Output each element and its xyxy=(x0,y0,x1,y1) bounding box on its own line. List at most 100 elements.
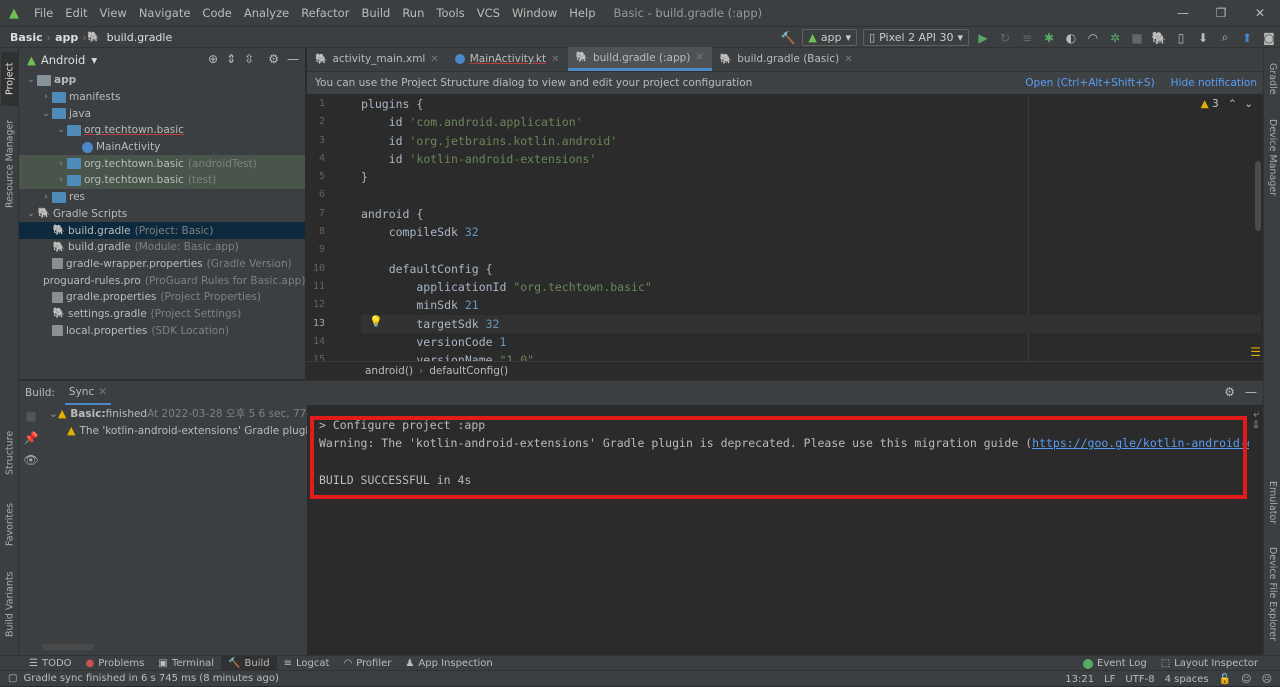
apply-changes-icon[interactable]: ≡ xyxy=(1016,31,1038,45)
tree-item[interactable]: proguard-rules.pro (ProGuard Rules for Ba… xyxy=(19,272,305,289)
chevron-down-icon[interactable]: ▾ xyxy=(91,53,97,67)
hide-panel-icon[interactable]: — xyxy=(287,52,299,66)
run-config-select[interactable]: ▲ app ▾ xyxy=(802,29,858,46)
tree-item[interactable]: 🐘 build.gradle (Project: Basic) xyxy=(19,222,305,239)
lock-icon[interactable]: 🔓 xyxy=(1219,674,1231,685)
tree-item[interactable]: › org.techtown.basic (test) xyxy=(19,172,305,189)
crumb-file[interactable]: build.gradle xyxy=(103,31,177,44)
menu-vcs[interactable]: VCS xyxy=(471,6,506,20)
line-separator[interactable]: LF xyxy=(1104,674,1115,685)
breadcrumb-android[interactable]: android() xyxy=(365,365,413,377)
code-line[interactable]: } xyxy=(361,168,1261,186)
eye-icon[interactable]: 👁 xyxy=(19,453,43,475)
tool-app-inspection[interactable]: ♟ App Inspection xyxy=(398,656,499,671)
scroll-to-end-icon[interactable]: ⇩ xyxy=(1249,420,1263,431)
tool-logcat[interactable]: ≡ Logcat xyxy=(277,656,337,671)
search-icon[interactable]: ⌕ xyxy=(1214,30,1236,45)
chevron-down-icon[interactable]: ⌄ xyxy=(40,109,52,119)
tree-item[interactable]: › res xyxy=(19,189,305,206)
coverage-icon[interactable]: ◐ xyxy=(1060,31,1082,45)
stop-icon[interactable]: ■ xyxy=(19,409,43,431)
code-line[interactable]: versionCode 1 xyxy=(361,333,1261,351)
code-line[interactable]: applicationId "org.techtown.basic" xyxy=(361,278,1261,296)
code-line[interactable]: id 'com.android.application' xyxy=(361,113,1261,131)
hammer-icon[interactable]: 🔨 xyxy=(777,31,799,45)
minimize-button[interactable]: — xyxy=(1166,0,1200,26)
breadcrumb-defaultconfig[interactable]: defaultConfig() xyxy=(429,365,508,377)
code-area[interactable]: 1 2 3 4 5 6 7 8 9 10 11 12 13 14 15 plugins { id 'com.… xyxy=(307,95,1263,361)
tab-project[interactable]: Project xyxy=(1,52,19,106)
hector-icon[interactable]: ☺ xyxy=(1241,674,1251,685)
tab-activity-main-xml[interactable]: 🐘 activity_main.xml ✕ xyxy=(307,47,447,71)
file-encoding[interactable]: UTF-8 xyxy=(1125,674,1154,685)
code-line[interactable]: compileSdk 32 xyxy=(361,223,1261,241)
attach-debugger-icon[interactable]: ✲ xyxy=(1104,31,1126,45)
close-icon[interactable]: ✕ xyxy=(844,54,852,65)
chevron-down-icon[interactable]: ⌄ xyxy=(55,125,67,135)
tab-build-gradle-app[interactable]: 🐘 build.gradle (:app) ✕ xyxy=(567,47,712,71)
tree-item[interactable]: › org.techtown.basic (androidTest) xyxy=(19,155,305,173)
code-line[interactable]: versionName "1.0" xyxy=(361,351,1261,361)
gear-icon[interactable]: ⚙ xyxy=(268,52,279,66)
rerun-icon[interactable]: ↻ xyxy=(994,31,1016,45)
run-icon[interactable]: ▶ xyxy=(972,31,994,45)
sync-gradle-icon[interactable]: 🐘 xyxy=(1148,31,1170,45)
gear-icon[interactable]: ⚙ xyxy=(1224,385,1235,399)
chevron-down-icon[interactable]: ⌄ xyxy=(25,209,37,219)
tool-build[interactable]: 🔨 Build xyxy=(221,655,277,671)
chevron-right-icon[interactable]: › xyxy=(55,175,67,185)
tool-profiler[interactable]: ◠ Profiler xyxy=(336,656,398,671)
status-message[interactable]: Gradle sync finished in 6 s 745 ms (8 mi… xyxy=(23,673,278,684)
layout-inspector-button[interactable]: ⬚ Layout Inspector xyxy=(1161,658,1258,669)
tool-todo[interactable]: ☰ TODO xyxy=(22,656,79,671)
stop-icon[interactable]: ■ xyxy=(1126,31,1148,45)
close-icon[interactable]: ✕ xyxy=(695,52,703,63)
tab-favorites[interactable]: Favorites xyxy=(1,494,19,556)
code-line[interactable]: id 'org.jetbrains.kotlin.android' xyxy=(361,132,1261,150)
chevron-down-icon[interactable]: ⌄ xyxy=(49,408,58,420)
tab-sync[interactable]: Sync ✕ xyxy=(64,381,112,405)
code-line[interactable] xyxy=(361,241,1261,259)
code-lines[interactable]: plugins { id 'com.android.application' i… xyxy=(361,95,1261,361)
tab-emulator[interactable]: Emulator xyxy=(1264,474,1280,532)
account-icon[interactable]: ◙ xyxy=(1258,31,1280,45)
inspection-widget[interactable]: ▲ 3 ⌃ ⌄ xyxy=(1201,98,1253,110)
device-select[interactable]: ▯ Pixel 2 API 30 ▾ xyxy=(863,29,969,46)
chevron-up-icon[interactable]: ⌃ xyxy=(1228,98,1237,110)
collapse-all-icon[interactable]: ⇳ xyxy=(244,52,254,66)
menu-navigate[interactable]: Navigate xyxy=(133,6,197,20)
expand-all-icon[interactable]: ⇕ xyxy=(226,52,236,66)
tree-item[interactable]: local.properties (SDK Location) xyxy=(19,322,305,339)
pin-icon[interactable]: 📌 xyxy=(19,431,43,453)
code-line[interactable] xyxy=(361,186,1261,204)
menu-tools[interactable]: Tools xyxy=(430,6,470,20)
status-toggle-icon[interactable]: ▢ xyxy=(8,673,17,684)
menu-build[interactable]: Build xyxy=(355,6,396,20)
tab-device-manager[interactable]: Device Manager xyxy=(1264,114,1280,202)
menu-file[interactable]: File xyxy=(28,6,59,20)
soft-wrap-icon[interactable]: ⤶ xyxy=(1249,409,1263,420)
tab-mainactivity-kt[interactable]: MainActivity.kt ✕ xyxy=(447,47,568,71)
tree-item[interactable]: gradle-wrapper.properties (Gradle Version… xyxy=(19,256,305,273)
tree-item[interactable]: MainActivity xyxy=(19,139,305,156)
menu-analyze[interactable]: Analyze xyxy=(238,6,295,20)
editor-scrollbar[interactable] xyxy=(1255,161,1261,231)
close-icon[interactable]: ✕ xyxy=(98,386,107,398)
chevron-right-icon[interactable]: › xyxy=(40,192,52,202)
warning-stripe-icon[interactable]: ☰ xyxy=(1250,345,1261,359)
maximize-button[interactable]: ❐ xyxy=(1204,0,1238,26)
lightbulb-icon[interactable]: 💡 xyxy=(369,315,383,328)
tab-build-variants[interactable]: Build Variants xyxy=(1,564,19,644)
tree-item[interactable]: › manifests xyxy=(19,89,305,106)
code-line[interactable]: targetSdk 32 xyxy=(361,314,1261,333)
code-line[interactable]: minSdk 21 xyxy=(361,296,1261,314)
tool-problems[interactable]: ● Problems xyxy=(79,656,152,671)
tree-item[interactable]: 🐘 build.gradle (Module: Basic.app) xyxy=(19,239,305,256)
tree-item[interactable]: ⌄ org.techtown.basic xyxy=(19,122,305,139)
code-line[interactable]: defaultConfig { xyxy=(361,260,1261,278)
hide-panel-icon[interactable]: — xyxy=(1245,385,1257,399)
tree-item[interactable]: ⌄ 🐘 Gradle Scripts xyxy=(19,206,305,223)
locate-icon[interactable]: ⊕ xyxy=(208,52,218,66)
tab-resource-manager[interactable]: Resource Manager xyxy=(1,116,19,212)
tab-gradle[interactable]: Gradle xyxy=(1264,54,1280,104)
